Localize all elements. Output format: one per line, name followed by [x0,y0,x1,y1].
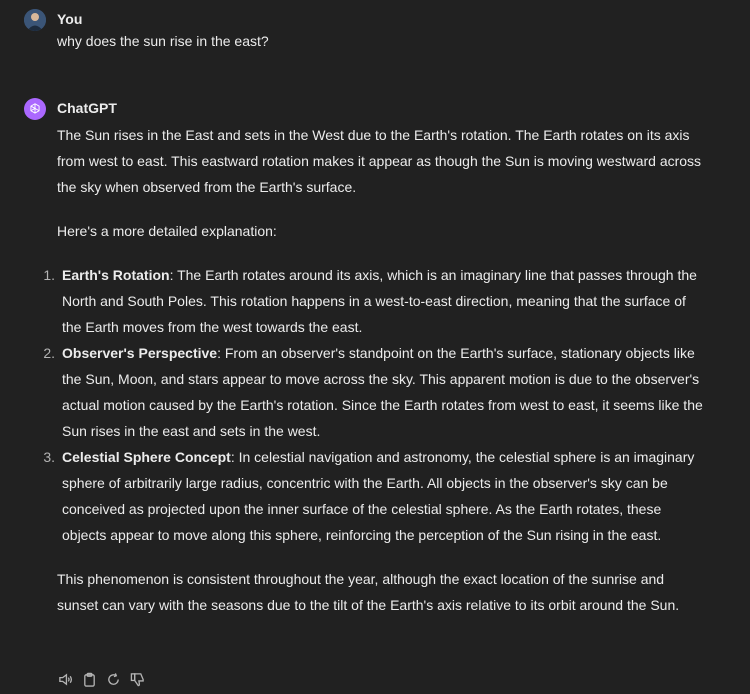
bad-response-button[interactable] [129,671,145,687]
list-item-title: Celestial Sphere Concept [62,449,231,465]
list-item-title: Earth's Rotation [62,267,170,283]
clipboard-icon [83,672,95,687]
chatgpt-avatar [24,98,46,120]
message-actions [57,671,145,687]
user-avatar [24,9,46,31]
list-item-title: Observer's Perspective [62,345,218,361]
detail-heading: Here's a more detailed explanation: [57,223,277,239]
explanation-list: 1. Earth's Rotation: The Earth rotates ar… [43,262,707,548]
speaker-icon [58,673,72,685]
regenerate-button[interactable] [105,671,121,687]
thumbs-down-icon [130,672,144,686]
list-item: 1. Earth's Rotation: The Earth rotates ar… [43,262,707,340]
assistant-message-body: The Sun rises in the East and sets in th… [43,122,707,618]
intro-paragraph: The Sun rises in the East and sets in th… [57,127,702,195]
list-number: 2. [43,345,55,361]
read-aloud-button[interactable] [57,671,73,687]
assistant-author-name: ChatGPT [57,100,117,116]
copy-button[interactable] [81,671,97,687]
list-item: 3. Celestial Sphere Concept: In celestial… [43,444,707,548]
regenerate-icon [107,672,119,685]
list-number: 3. [43,449,55,465]
chat-thread: You why does the sun rise in the east? C… [0,0,750,694]
openai-logo-icon [30,103,40,114]
user-message-text: why does the sun rise in the east? [57,33,269,49]
list-item: 2. Observer's Perspective: From an observ… [43,340,707,444]
list-number: 1. [43,267,55,283]
user-author-name: You [57,11,83,27]
outro-paragraph: This phenomenon is consistent throughout… [57,571,680,613]
